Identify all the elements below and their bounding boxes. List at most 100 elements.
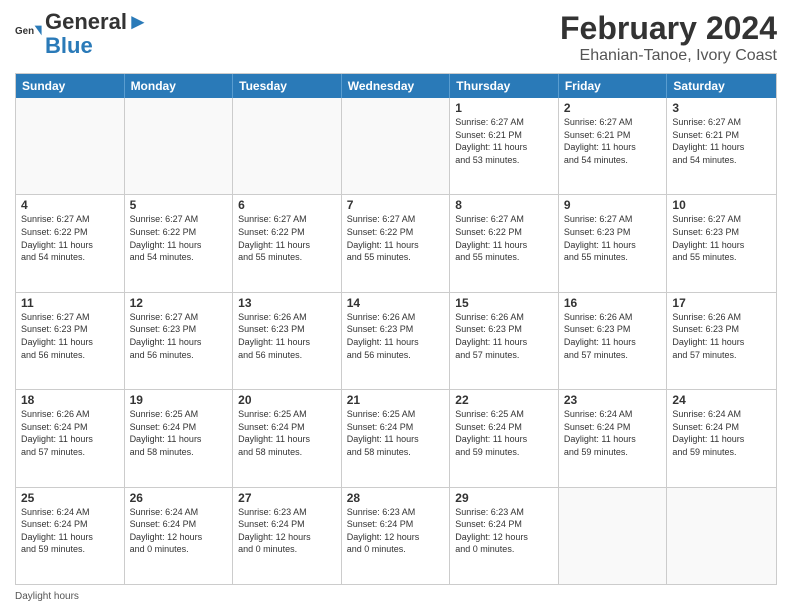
calendar-header-cell: Thursday	[450, 74, 559, 98]
calendar-cell: 22Sunrise: 6:25 AMSunset: 6:24 PMDayligh…	[450, 390, 559, 486]
day-number: 1	[455, 101, 553, 115]
calendar-row: 4Sunrise: 6:27 AMSunset: 6:22 PMDaylight…	[16, 194, 776, 291]
day-number: 15	[455, 296, 553, 310]
day-info: Sunrise: 6:25 AMSunset: 6:24 PMDaylight:…	[455, 408, 553, 458]
day-info: Sunrise: 6:25 AMSunset: 6:24 PMDaylight:…	[347, 408, 445, 458]
day-info: Sunrise: 6:27 AMSunset: 6:23 PMDaylight:…	[21, 311, 119, 361]
calendar-cell: 1Sunrise: 6:27 AMSunset: 6:21 PMDaylight…	[450, 98, 559, 194]
day-number: 20	[238, 393, 336, 407]
calendar-cell: 18Sunrise: 6:26 AMSunset: 6:24 PMDayligh…	[16, 390, 125, 486]
day-number: 16	[564, 296, 662, 310]
calendar-header-cell: Sunday	[16, 74, 125, 98]
day-number: 9	[564, 198, 662, 212]
day-info: Sunrise: 6:27 AMSunset: 6:22 PMDaylight:…	[455, 213, 553, 263]
calendar-cell: 3Sunrise: 6:27 AMSunset: 6:21 PMDaylight…	[667, 98, 776, 194]
calendar-cell: 6Sunrise: 6:27 AMSunset: 6:22 PMDaylight…	[233, 195, 342, 291]
calendar-cell: 2Sunrise: 6:27 AMSunset: 6:21 PMDaylight…	[559, 98, 668, 194]
day-info: Sunrise: 6:24 AMSunset: 6:24 PMDaylight:…	[564, 408, 662, 458]
calendar-header-cell: Friday	[559, 74, 668, 98]
calendar-cell: 28Sunrise: 6:23 AMSunset: 6:24 PMDayligh…	[342, 488, 451, 584]
day-info: Sunrise: 6:26 AMSunset: 6:24 PMDaylight:…	[21, 408, 119, 458]
day-info: Sunrise: 6:24 AMSunset: 6:24 PMDaylight:…	[672, 408, 771, 458]
calendar-cell	[667, 488, 776, 584]
logo-icon: Gen	[15, 20, 43, 48]
day-number: 8	[455, 198, 553, 212]
day-number: 26	[130, 491, 228, 505]
month-title: February 2024	[560, 10, 777, 47]
calendar-cell	[559, 488, 668, 584]
day-info: Sunrise: 6:26 AMSunset: 6:23 PMDaylight:…	[455, 311, 553, 361]
day-info: Sunrise: 6:27 AMSunset: 6:22 PMDaylight:…	[347, 213, 445, 263]
calendar-cell: 15Sunrise: 6:26 AMSunset: 6:23 PMDayligh…	[450, 293, 559, 389]
day-number: 13	[238, 296, 336, 310]
day-info: Sunrise: 6:24 AMSunset: 6:24 PMDaylight:…	[21, 506, 119, 556]
calendar-cell	[233, 98, 342, 194]
calendar-cell	[16, 98, 125, 194]
day-number: 25	[21, 491, 119, 505]
calendar-cell: 13Sunrise: 6:26 AMSunset: 6:23 PMDayligh…	[233, 293, 342, 389]
calendar-cell: 16Sunrise: 6:26 AMSunset: 6:23 PMDayligh…	[559, 293, 668, 389]
footer-text: Daylight hours	[15, 591, 79, 602]
day-info: Sunrise: 6:23 AMSunset: 6:24 PMDaylight:…	[347, 506, 445, 556]
calendar-cell: 8Sunrise: 6:27 AMSunset: 6:22 PMDaylight…	[450, 195, 559, 291]
day-info: Sunrise: 6:27 AMSunset: 6:21 PMDaylight:…	[564, 116, 662, 166]
calendar-cell: 27Sunrise: 6:23 AMSunset: 6:24 PMDayligh…	[233, 488, 342, 584]
calendar-cell: 29Sunrise: 6:23 AMSunset: 6:24 PMDayligh…	[450, 488, 559, 584]
calendar-header-cell: Tuesday	[233, 74, 342, 98]
calendar-row: 1Sunrise: 6:27 AMSunset: 6:21 PMDaylight…	[16, 98, 776, 194]
day-number: 4	[21, 198, 119, 212]
logo: Gen General►Blue	[15, 10, 149, 58]
day-info: Sunrise: 6:27 AMSunset: 6:22 PMDaylight:…	[21, 213, 119, 263]
svg-text:Gen: Gen	[15, 26, 34, 37]
calendar-header-cell: Monday	[125, 74, 234, 98]
day-info: Sunrise: 6:27 AMSunset: 6:23 PMDaylight:…	[130, 311, 228, 361]
header: Gen General►Blue February 2024 Ehanian-T…	[15, 10, 777, 65]
day-info: Sunrise: 6:26 AMSunset: 6:23 PMDaylight:…	[238, 311, 336, 361]
day-number: 23	[564, 393, 662, 407]
day-number: 24	[672, 393, 771, 407]
day-number: 2	[564, 101, 662, 115]
day-number: 18	[21, 393, 119, 407]
calendar-cell: 5Sunrise: 6:27 AMSunset: 6:22 PMDaylight…	[125, 195, 234, 291]
day-info: Sunrise: 6:26 AMSunset: 6:23 PMDaylight:…	[564, 311, 662, 361]
day-number: 28	[347, 491, 445, 505]
day-number: 3	[672, 101, 771, 115]
calendar-row: 18Sunrise: 6:26 AMSunset: 6:24 PMDayligh…	[16, 389, 776, 486]
calendar-cell: 4Sunrise: 6:27 AMSunset: 6:22 PMDaylight…	[16, 195, 125, 291]
day-info: Sunrise: 6:27 AMSunset: 6:22 PMDaylight:…	[238, 213, 336, 263]
day-info: Sunrise: 6:27 AMSunset: 6:21 PMDaylight:…	[455, 116, 553, 166]
day-info: Sunrise: 6:26 AMSunset: 6:23 PMDaylight:…	[347, 311, 445, 361]
calendar-cell	[125, 98, 234, 194]
calendar-header: SundayMondayTuesdayWednesdayThursdayFrid…	[16, 74, 776, 98]
calendar-cell: 23Sunrise: 6:24 AMSunset: 6:24 PMDayligh…	[559, 390, 668, 486]
calendar-cell: 20Sunrise: 6:25 AMSunset: 6:24 PMDayligh…	[233, 390, 342, 486]
calendar-cell: 21Sunrise: 6:25 AMSunset: 6:24 PMDayligh…	[342, 390, 451, 486]
day-number: 17	[672, 296, 771, 310]
day-number: 6	[238, 198, 336, 212]
title-block: February 2024 Ehanian-Tanoe, Ivory Coast	[560, 10, 777, 65]
day-info: Sunrise: 6:27 AMSunset: 6:23 PMDaylight:…	[672, 213, 771, 263]
day-info: Sunrise: 6:23 AMSunset: 6:24 PMDaylight:…	[238, 506, 336, 556]
day-number: 21	[347, 393, 445, 407]
calendar-cell: 9Sunrise: 6:27 AMSunset: 6:23 PMDaylight…	[559, 195, 668, 291]
calendar-cell: 19Sunrise: 6:25 AMSunset: 6:24 PMDayligh…	[125, 390, 234, 486]
day-number: 11	[21, 296, 119, 310]
day-number: 27	[238, 491, 336, 505]
day-info: Sunrise: 6:25 AMSunset: 6:24 PMDaylight:…	[238, 408, 336, 458]
day-info: Sunrise: 6:25 AMSunset: 6:24 PMDaylight:…	[130, 408, 228, 458]
day-info: Sunrise: 6:27 AMSunset: 6:21 PMDaylight:…	[672, 116, 771, 166]
footer: Daylight hours	[15, 591, 777, 602]
location-subtitle: Ehanian-Tanoe, Ivory Coast	[560, 47, 777, 65]
logo-text: General►Blue	[45, 10, 149, 58]
day-number: 7	[347, 198, 445, 212]
day-info: Sunrise: 6:27 AMSunset: 6:22 PMDaylight:…	[130, 213, 228, 263]
day-number: 5	[130, 198, 228, 212]
calendar-cell: 17Sunrise: 6:26 AMSunset: 6:23 PMDayligh…	[667, 293, 776, 389]
calendar-row: 11Sunrise: 6:27 AMSunset: 6:23 PMDayligh…	[16, 292, 776, 389]
calendar-cell: 24Sunrise: 6:24 AMSunset: 6:24 PMDayligh…	[667, 390, 776, 486]
calendar-cell: 7Sunrise: 6:27 AMSunset: 6:22 PMDaylight…	[342, 195, 451, 291]
page: Gen General►Blue February 2024 Ehanian-T…	[0, 0, 792, 612]
day-number: 29	[455, 491, 553, 505]
day-info: Sunrise: 6:26 AMSunset: 6:23 PMDaylight:…	[672, 311, 771, 361]
day-number: 12	[130, 296, 228, 310]
